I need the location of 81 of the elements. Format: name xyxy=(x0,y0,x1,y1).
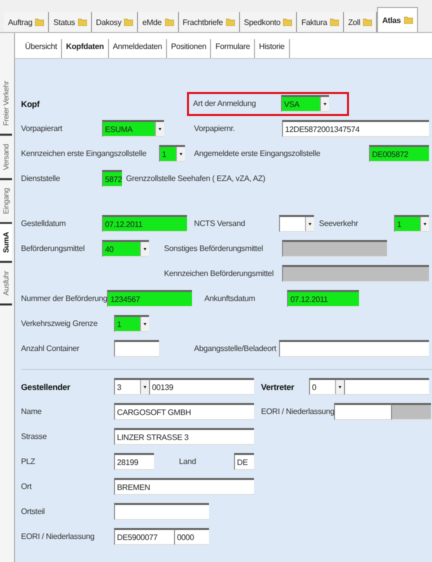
field-label: Art der Anmeldung xyxy=(193,99,257,108)
input-field[interactable]: 28199 xyxy=(114,453,154,470)
field-label: Ort xyxy=(21,482,33,491)
input-field[interactable]: 07.12.2011 xyxy=(102,215,187,232)
dropdown[interactable]: 1 xyxy=(114,315,149,332)
field-label: Vorpapiernr. xyxy=(194,124,236,133)
input-field[interactable]: DE5900077 xyxy=(114,528,174,545)
input-field[interactable]: 07.12.2011 xyxy=(287,290,360,307)
tab[interactable]: Formulare xyxy=(211,39,255,58)
field-label: Gestelldatum xyxy=(21,219,67,228)
tab[interactable]: Zoll xyxy=(344,12,378,32)
folder-icon xyxy=(226,18,235,26)
section-heading: Vertreter xyxy=(261,382,296,392)
input-field[interactable]: 0000 xyxy=(174,528,209,545)
field-label: Strasse xyxy=(21,432,48,441)
tab[interactable]: Status xyxy=(49,12,92,32)
folder-icon xyxy=(330,18,340,26)
input-field[interactable] xyxy=(114,503,209,520)
field-label: Vorpapierart xyxy=(21,124,64,133)
field-label: Land xyxy=(179,457,197,466)
dropdown[interactable]: 40 xyxy=(102,240,149,257)
tab[interactable]: Kopfdaten xyxy=(62,39,109,58)
input-field[interactable] xyxy=(334,403,392,420)
input-field[interactable]: 5872 xyxy=(102,170,122,187)
input-field[interactable]: LINZER STRASSE 3 xyxy=(114,428,254,445)
field-label: Ortsteil xyxy=(21,507,46,516)
tab[interactable]: Positionen xyxy=(166,39,212,58)
input-field[interactable] xyxy=(279,340,429,357)
field-label: Verkehrszweig Grenze xyxy=(21,319,98,328)
folder-icon xyxy=(164,18,174,26)
input-field[interactable]: 00139 xyxy=(149,378,254,395)
dropdown[interactable]: 1 xyxy=(159,145,185,162)
field-label: Anzahl Container xyxy=(21,344,80,353)
section-heading: Gestellender xyxy=(21,382,72,392)
field-label: Sonstiges Beförderungsmittel xyxy=(164,244,264,253)
input-field[interactable] xyxy=(344,378,429,395)
tab[interactable]: Atlas xyxy=(377,7,418,32)
tab[interactable]: Faktura xyxy=(297,12,344,32)
input-field[interactable]: CARGOSOFT GMBH xyxy=(114,403,254,420)
field-label: Dienststelle xyxy=(21,174,61,183)
field-label: EORI / Niederlassung xyxy=(261,407,334,416)
dropdown[interactable]: VSA xyxy=(281,95,329,112)
dropdown[interactable] xyxy=(279,215,314,232)
folder-icon xyxy=(404,16,413,24)
tab[interactable]: Anmeldedaten xyxy=(108,39,167,58)
dropdown[interactable]: 0 xyxy=(309,378,344,395)
tab[interactable]: Spedkonto xyxy=(240,12,298,32)
input-field[interactable]: DE xyxy=(234,453,254,470)
section-heading: Kopf xyxy=(21,98,41,108)
tab[interactable]: Dakosy xyxy=(92,12,138,32)
field-label: Kennzeichen erste Eingangszollstelle xyxy=(21,149,148,158)
input-field[interactable]: 12DE5872001347574 xyxy=(282,120,429,137)
folder-icon xyxy=(78,18,87,26)
field-label: Seeverkehr xyxy=(319,219,359,228)
tab[interactable]: Frachtbriefe xyxy=(178,12,240,32)
field-label: Abgangsstelle/Beladeort xyxy=(194,344,278,353)
field-label: Grenzzollstelle Seehafen ( EZA, vZA, AZ) xyxy=(126,174,266,183)
folder-icon xyxy=(363,18,372,26)
input-field[interactable]: BREMEN xyxy=(114,478,254,495)
dropdown[interactable]: ESUMA xyxy=(102,120,164,137)
input-field[interactable]: 1234567 xyxy=(107,290,192,307)
field-label: Name xyxy=(21,407,43,416)
tab[interactable]: Übersicht xyxy=(21,39,62,58)
field-label: NCTS Versand xyxy=(194,219,246,228)
field-label: EORI / Niederlassung xyxy=(21,532,96,541)
input-field[interactable] xyxy=(114,340,159,357)
field-label: Angemeldete erste Eingangszollstelle xyxy=(194,149,322,158)
field-label: Nummer der Beförderung xyxy=(21,294,108,303)
folder-icon xyxy=(124,18,134,26)
folder-icon xyxy=(283,18,292,26)
dropdown[interactable]: 3 xyxy=(114,378,149,395)
tab[interactable]: eMde xyxy=(138,12,179,32)
dropdown[interactable]: 1 xyxy=(394,215,429,232)
tab[interactable]: Auftrag xyxy=(4,12,50,32)
tab[interactable]: Historie xyxy=(255,39,290,58)
field-label: Ankunftsdatum xyxy=(204,294,256,303)
field-label: Beförderungsmittel xyxy=(21,244,86,253)
input-field[interactable]: DE005872 xyxy=(369,145,429,162)
folder-icon xyxy=(35,18,44,26)
field-label: Kennzeichen Beförderungsmittel xyxy=(164,269,275,278)
field-label: PLZ xyxy=(21,457,36,466)
